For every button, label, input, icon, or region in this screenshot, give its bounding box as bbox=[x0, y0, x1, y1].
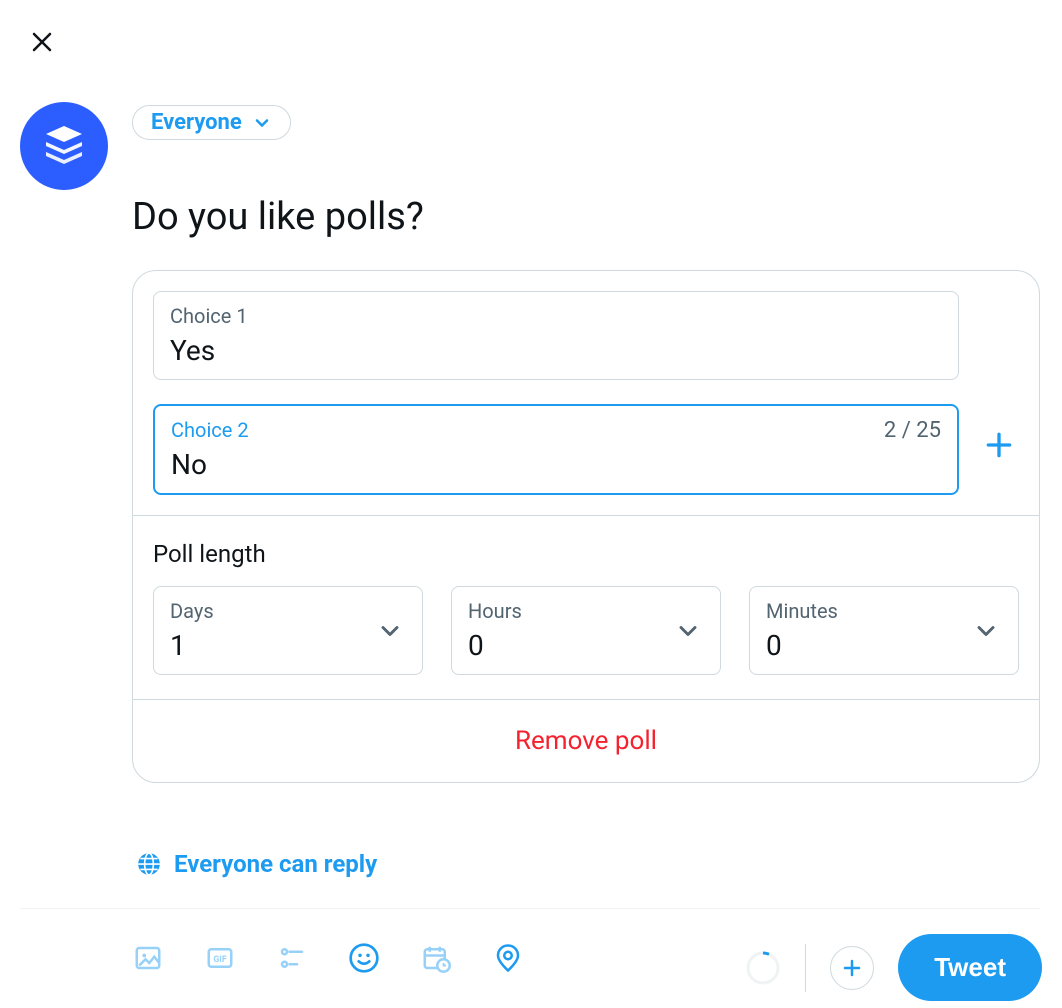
poll-hours-label: Hours bbox=[468, 599, 704, 623]
chevron-down-icon bbox=[376, 617, 404, 645]
tweet-button[interactable]: Tweet bbox=[898, 934, 1042, 1001]
poll-hours-select[interactable]: Hours 0 bbox=[451, 586, 721, 675]
poll-choice-2-value: No bbox=[171, 448, 941, 481]
poll-choice-2[interactable]: Choice 2 No 2 / 25 bbox=[153, 404, 959, 495]
poll-minutes-select[interactable]: Minutes 0 bbox=[749, 586, 1019, 675]
poll-hours-value: 0 bbox=[468, 629, 704, 662]
poll-choice-1-label: Choice 1 bbox=[170, 304, 942, 328]
poll-days-value: 1 bbox=[170, 629, 406, 662]
close-icon bbox=[30, 30, 54, 54]
poll-choice-1[interactable]: Choice 1 Yes bbox=[153, 291, 959, 380]
emoji-icon bbox=[348, 942, 380, 974]
divider bbox=[20, 908, 1040, 909]
avatar bbox=[20, 102, 108, 190]
poll-length-title: Poll length bbox=[153, 540, 1019, 568]
image-icon bbox=[133, 943, 163, 973]
poll-length-section: Poll length Days 1 Hours 0 Minutes 0 bbox=[133, 515, 1039, 699]
compose-toolbar: GIF bbox=[130, 940, 526, 976]
poll-choice-2-counter: 2 / 25 bbox=[884, 418, 941, 443]
emoji-button[interactable] bbox=[346, 940, 382, 976]
svg-text:GIF: GIF bbox=[213, 955, 227, 965]
plus-icon bbox=[840, 956, 864, 980]
poll-minutes-label: Minutes bbox=[766, 599, 1002, 623]
audience-selector[interactable]: Everyone bbox=[132, 105, 291, 140]
remove-poll-button[interactable]: Remove poll bbox=[133, 699, 1039, 782]
poll-days-label: Days bbox=[170, 599, 406, 623]
chevron-down-icon bbox=[972, 617, 1000, 645]
close-button[interactable] bbox=[28, 28, 56, 56]
schedule-icon bbox=[421, 943, 451, 973]
poll-icon bbox=[277, 943, 307, 973]
audience-label: Everyone bbox=[151, 110, 242, 135]
schedule-button bbox=[418, 940, 454, 976]
gif-icon: GIF bbox=[205, 943, 235, 973]
chevron-down-icon bbox=[674, 617, 702, 645]
plus-icon bbox=[983, 429, 1015, 461]
character-count-ring bbox=[745, 950, 781, 986]
add-thread-tweet-button[interactable] bbox=[830, 946, 874, 990]
compose-actions: Tweet bbox=[745, 934, 1042, 1001]
avatar-stack-icon bbox=[40, 122, 88, 170]
reply-settings-label: Everyone can reply bbox=[174, 850, 377, 878]
tweet-text[interactable]: Do you like polls? bbox=[132, 195, 424, 239]
poll-duration-row: Days 1 Hours 0 Minutes 0 bbox=[153, 586, 1019, 675]
chevron-down-icon bbox=[252, 113, 272, 133]
poll-button bbox=[274, 940, 310, 976]
location-button[interactable] bbox=[490, 940, 526, 976]
vertical-divider bbox=[805, 944, 806, 992]
location-icon bbox=[493, 943, 523, 973]
media-button bbox=[130, 940, 166, 976]
poll-choices-stack: Choice 1 Yes Choice 2 No 2 / 25 bbox=[153, 291, 959, 495]
poll-card: Choice 1 Yes Choice 2 No 2 / 25 Poll len… bbox=[132, 270, 1040, 783]
globe-icon bbox=[136, 851, 162, 877]
reply-settings[interactable]: Everyone can reply bbox=[136, 850, 377, 878]
add-choice-button[interactable] bbox=[979, 425, 1019, 465]
poll-minutes-value: 0 bbox=[766, 629, 1002, 662]
poll-choice-1-value: Yes bbox=[170, 334, 942, 367]
poll-choice-2-label: Choice 2 bbox=[171, 418, 941, 442]
poll-days-select[interactable]: Days 1 bbox=[153, 586, 423, 675]
poll-choices-section: Choice 1 Yes Choice 2 No 2 / 25 bbox=[133, 271, 1039, 515]
gif-button: GIF bbox=[202, 940, 238, 976]
